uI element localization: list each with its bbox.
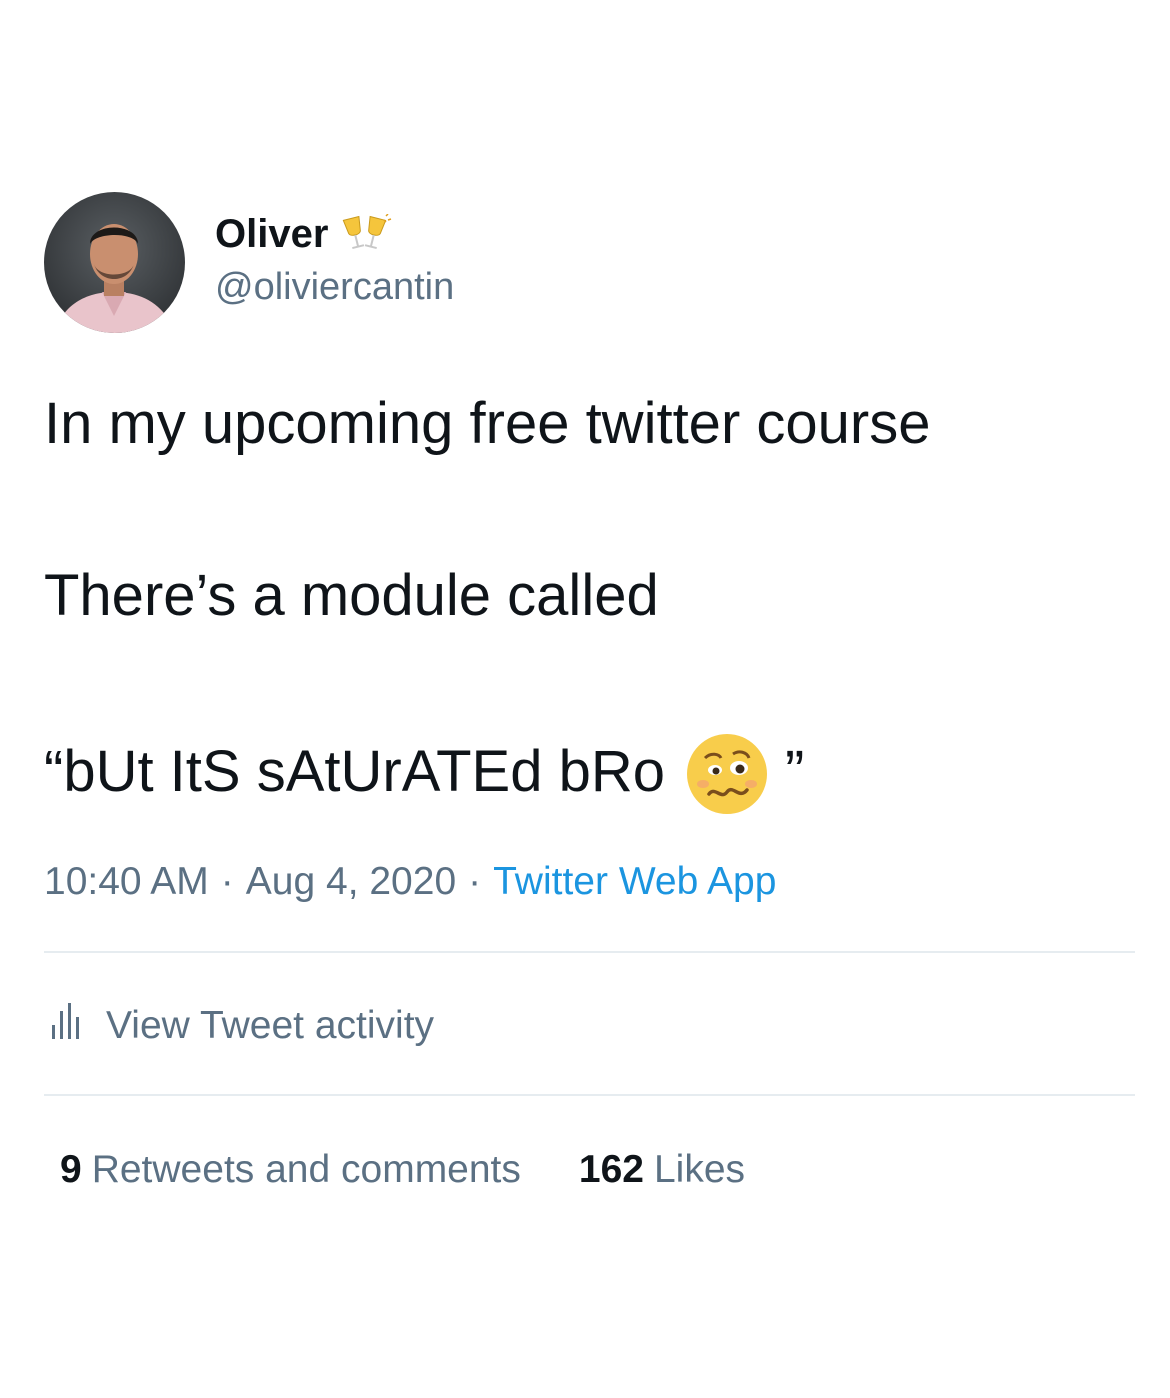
display-name-text: Oliver bbox=[215, 212, 329, 256]
woozy-face-icon bbox=[685, 732, 769, 816]
likes-label: Likes bbox=[653, 1148, 746, 1191]
source-link[interactable]: Twitter Web App bbox=[493, 860, 776, 903]
user-handle[interactable]: @oliviercantin bbox=[215, 262, 454, 312]
divider bbox=[44, 951, 1135, 953]
tweet-card: Oliver @oliviercantin In my upcoming fre… bbox=[0, 0, 1170, 1398]
retweets-label: Retweets and comments bbox=[91, 1148, 521, 1191]
tweet-stats: 9 Retweets and comments 162 Likes bbox=[60, 1144, 745, 1196]
closing-quote: ” bbox=[784, 739, 805, 804]
separator: · bbox=[468, 860, 482, 903]
tweet-text-line: In my upcoming free twitter course bbox=[44, 391, 931, 456]
tweet-text-line: “bUt ItS sAtUrATEd bRo ” bbox=[44, 730, 804, 814]
tweet-text-line: There’s a module called bbox=[44, 563, 659, 628]
retweets-stat[interactable]: 9 Retweets and comments bbox=[60, 1148, 521, 1192]
likes-count: 162 bbox=[578, 1148, 644, 1191]
separator: · bbox=[220, 860, 234, 903]
view-activity-button[interactable]: View Tweet activity bbox=[50, 1000, 434, 1052]
divider bbox=[44, 1094, 1135, 1096]
avatar[interactable] bbox=[44, 192, 185, 333]
tweet-text-quote: “bUt ItS sAtUrATEd bRo bbox=[44, 739, 665, 804]
tweet-metadata: 10:40 AM · Aug 4, 2020 · Twitter Web App bbox=[44, 856, 776, 908]
retweets-count: 9 bbox=[60, 1148, 82, 1191]
tweet-date[interactable]: Aug 4, 2020 bbox=[246, 860, 456, 903]
display-name[interactable]: Oliver bbox=[215, 208, 392, 260]
tweet-time[interactable]: 10:40 AM bbox=[44, 860, 209, 903]
view-activity-label: View Tweet activity bbox=[106, 1004, 435, 1047]
clinking-glasses-icon bbox=[342, 213, 392, 254]
likes-stat[interactable]: 162 Likes bbox=[579, 1148, 745, 1192]
bar-chart-icon bbox=[50, 1003, 80, 1049]
